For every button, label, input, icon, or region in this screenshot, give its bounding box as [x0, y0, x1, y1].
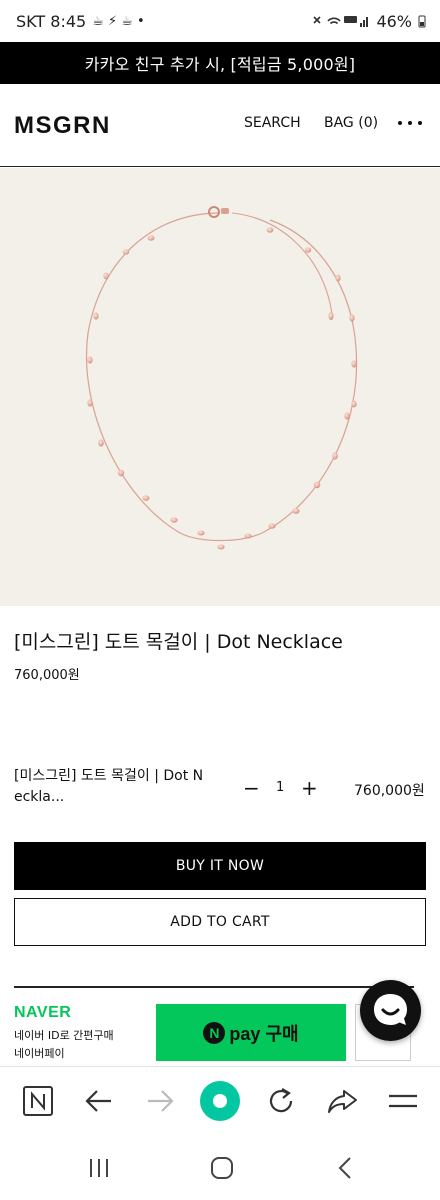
carrier-time: SKT 8:45 [16, 11, 87, 31]
naver-description-line1: 네이버 ID로 간편구매 [14, 1029, 114, 1042]
battery-icon [418, 15, 426, 28]
buy-now-button[interactable]: BUY IT NOW [14, 842, 426, 890]
forward-arrow-icon [140, 1081, 180, 1121]
add-to-cart-button[interactable]: ADD TO CART [14, 898, 426, 946]
search-link[interactable]: SEARCH [244, 115, 301, 131]
product-image[interactable] [0, 168, 440, 606]
system-navigation [0, 1138, 440, 1200]
product-price: 760,000원 [14, 668, 80, 683]
promo-banner-text: 카카오 친구 추가 시, [적립금 5,000원] [84, 55, 356, 74]
divider [14, 986, 414, 988]
naver-home-icon[interactable] [18, 1081, 58, 1121]
naver-pay-button[interactable]: N pay 구매 [156, 1004, 346, 1061]
battery-level: 46% [376, 11, 412, 31]
buy-now-label: BUY IT NOW [175, 858, 265, 874]
home-circle-icon[interactable] [200, 1081, 240, 1121]
quantity-plus-button[interactable]: + [301, 778, 318, 798]
bag-link[interactable]: BAG (0) [324, 115, 378, 131]
naver-logo: NAVER [14, 1004, 72, 1021]
signal-icon [313, 16, 369, 27]
necklace-image [86, 206, 358, 550]
promo-banner[interactable]: 카카오 친구 추가 시, [적립금 5,000원] [0, 42, 440, 84]
selected-option-name: [미스그린] 도트 목걸이 | Dot N eckla... [14, 768, 204, 805]
add-to-cart-label: ADD TO CART [170, 914, 270, 930]
naver-description-line2: 네이버페이 [14, 1047, 65, 1060]
naver-pay-n-icon: N [203, 1021, 226, 1044]
back-icon[interactable] [326, 1150, 366, 1186]
back-arrow-icon[interactable] [79, 1081, 119, 1121]
chat-bubble-icon [374, 994, 407, 1025]
home-icon[interactable] [202, 1150, 242, 1186]
browser-toolbar [0, 1066, 440, 1136]
chat-button[interactable] [360, 980, 421, 1041]
product-title: [미스그린] 도트 목걸이 | Dot Necklace [14, 631, 343, 653]
menu-icon[interactable] [383, 1081, 423, 1121]
notification-icons: ☕ ⚡ ☕ • [92, 13, 145, 29]
site-logo[interactable]: MSGRN [14, 112, 111, 140]
reload-icon[interactable] [261, 1081, 301, 1121]
status-bar: SKT 8:45 ☕ ⚡ ☕ • 46% [0, 0, 440, 42]
selected-option-price: 760,000원 [354, 783, 425, 799]
more-menu-icon[interactable] [398, 118, 428, 128]
site-header: MSGRN SEARCH BAG (0) [0, 84, 440, 167]
quantity-minus-button[interactable]: − [243, 778, 260, 798]
recents-icon[interactable] [79, 1150, 119, 1186]
naver-pay-label: pay 구매 [229, 1023, 299, 1044]
quantity-value[interactable]: 1 [276, 780, 284, 795]
share-icon[interactable] [322, 1081, 362, 1121]
